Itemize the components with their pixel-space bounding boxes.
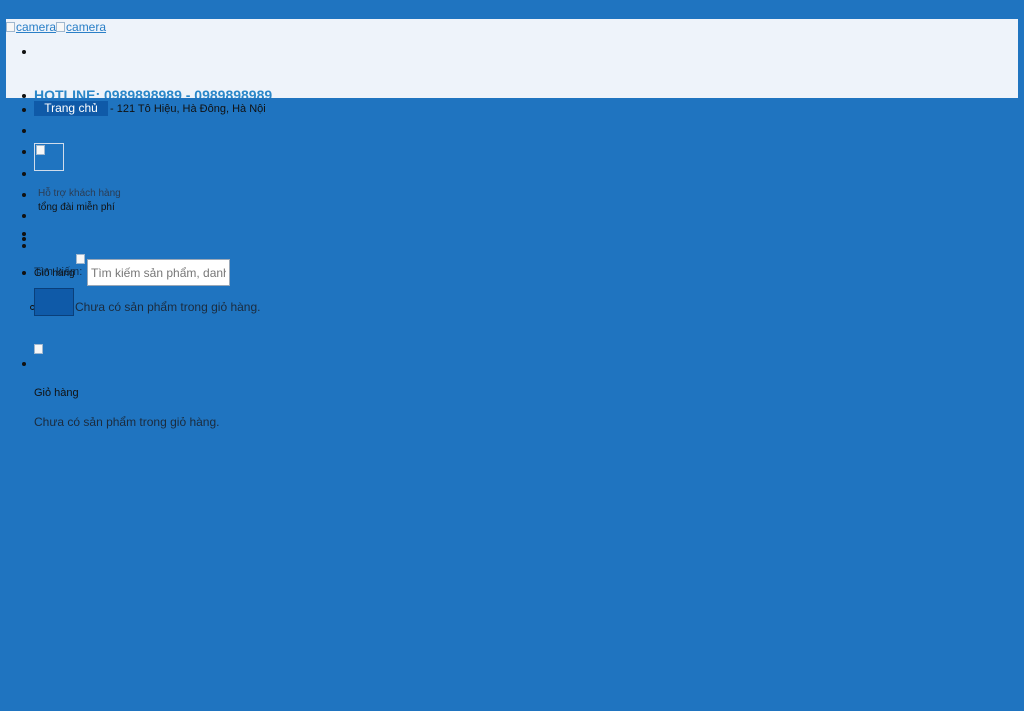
list-bullet (22, 232, 26, 236)
support-subtitle: tổng đài miễn phí (38, 202, 115, 213)
logo-alt-text-2: camera (66, 20, 107, 34)
support-image (34, 143, 64, 171)
cart-title: Giỏ hàng (34, 387, 79, 399)
logo-alt-text-1: camera (16, 20, 57, 34)
broken-image-icon (36, 145, 45, 155)
list-bullet (22, 172, 26, 176)
cart-button[interactable] (34, 288, 74, 316)
logo-link-2[interactable]: camera (56, 19, 106, 35)
list-bullet (22, 237, 26, 241)
list-bullet (22, 108, 26, 112)
list-bullet (22, 214, 26, 218)
broken-image-icon (6, 22, 15, 32)
logo-link-1[interactable]: camera (6, 19, 56, 35)
search-input[interactable] (87, 259, 230, 286)
list-bullet (22, 193, 26, 197)
cart-small-label: Giỏ hàng (34, 268, 75, 279)
logo-links: camera camera (6, 19, 106, 35)
list-bullet (22, 129, 26, 133)
broken-image-icon (56, 22, 66, 32)
cart-empty-message: Chưa có sản phẩm trong giỏ hàng. (34, 415, 220, 429)
home-button[interactable]: Trang chủ (34, 101, 108, 116)
list-bullet (22, 50, 26, 54)
cart-empty-message-inline: Chưa có sản phẩm trong giỏ hàng. (75, 300, 261, 314)
search-image-icon[interactable] (76, 254, 85, 264)
hotline[interactable]: HOTLINE: 0989898989 - 0989898989 (34, 87, 274, 98)
support-title: Hỗ trợ khách hàng (38, 188, 121, 199)
store-address: - 121 Tô Hiệu, Hà Đông, Hà Nội (110, 103, 266, 115)
hotline-text: HOTLINE: 0989898989 - 0989898989 (34, 87, 273, 98)
list-bullet (22, 244, 26, 248)
list-bullet (22, 362, 26, 366)
list-bullet (22, 271, 26, 275)
list-bullet (22, 150, 26, 154)
list-bullet (22, 94, 26, 98)
cart-image-icon (34, 344, 43, 354)
